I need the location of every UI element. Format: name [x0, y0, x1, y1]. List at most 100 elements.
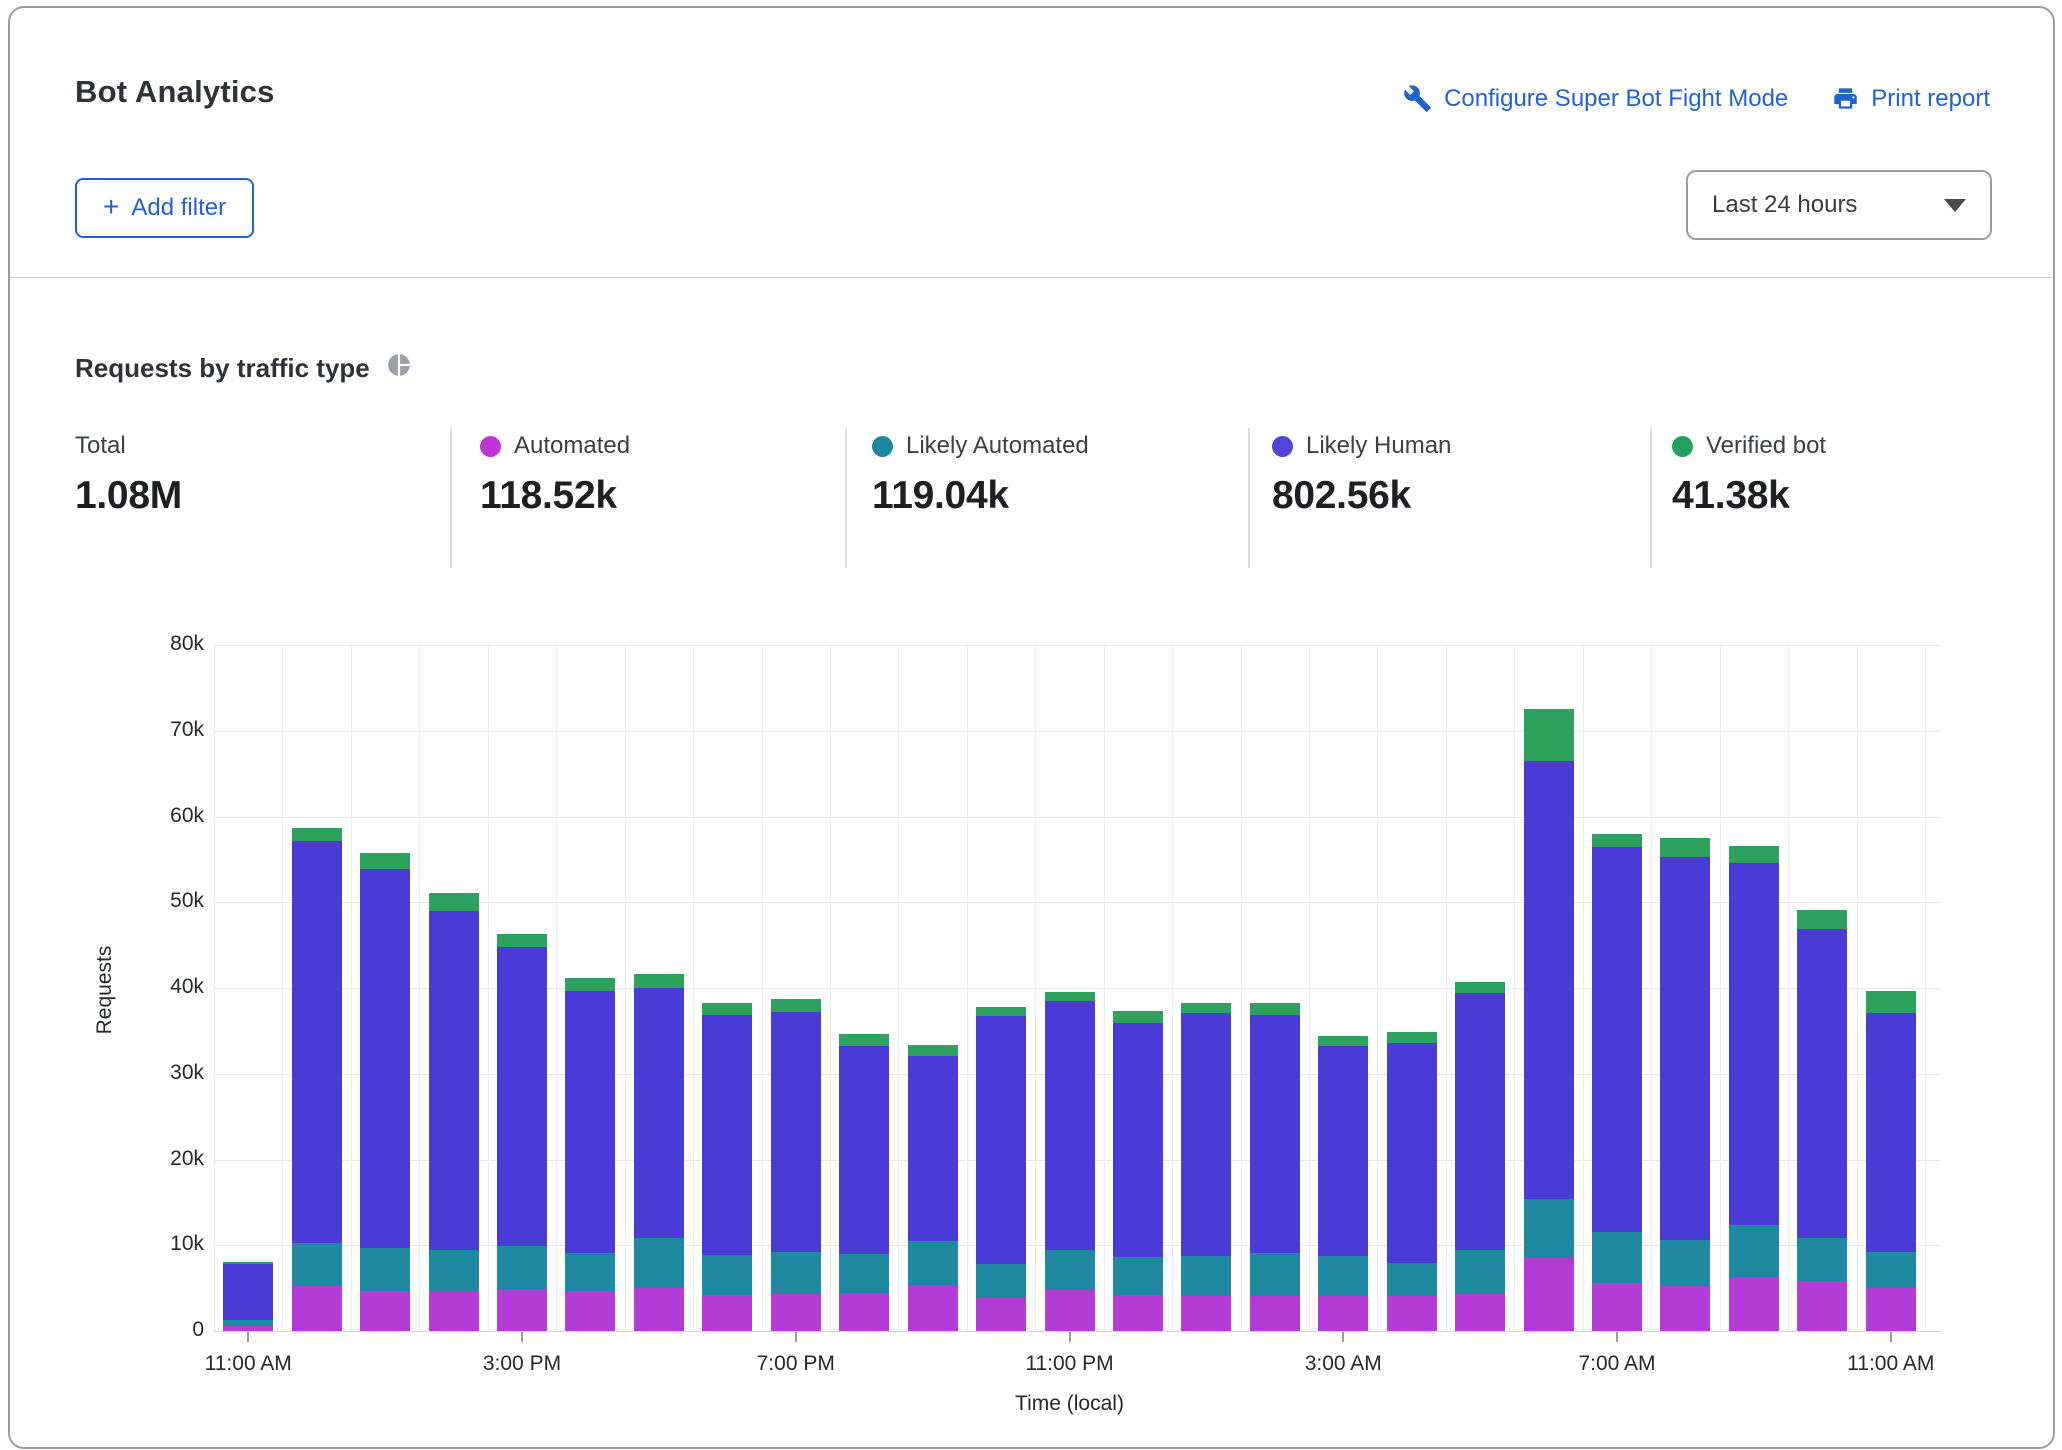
bar-23[interactable] [1797, 909, 1848, 1331]
bar-13[interactable] [1112, 1011, 1163, 1331]
gridline-y-60k [214, 816, 1940, 818]
gridline-y-80k [214, 645, 1940, 646]
bar-7[interactable] [702, 1002, 753, 1331]
y-axis-title: Requests [93, 945, 116, 1035]
segment-automated [633, 1288, 684, 1331]
gridline-y-0 [214, 1331, 1940, 1332]
x-axis-tickmark [1068, 1332, 1071, 1342]
stat-automated[interactable]: Automated 118.52k [480, 432, 630, 518]
segment-automated [1249, 1295, 1300, 1331]
bar-3[interactable] [428, 892, 479, 1331]
x-axis-tick-label: 3:00 AM [1304, 1352, 1382, 1375]
segment-likely-human [1318, 1046, 1369, 1256]
stat-label: Total [75, 432, 182, 460]
bar-19[interactable] [1523, 709, 1574, 1331]
bar-22[interactable] [1728, 845, 1779, 1331]
bar-10[interactable] [907, 1045, 958, 1331]
bar-24[interactable] [1865, 991, 1916, 1331]
x-axis-tickmark [794, 1332, 797, 1342]
bar-8[interactable] [770, 999, 821, 1331]
stat-label-text: Likely Human [1306, 432, 1452, 459]
bar-12[interactable] [1044, 992, 1095, 1331]
bar-11[interactable] [976, 1006, 1027, 1331]
segment-likely-automated [1181, 1255, 1232, 1296]
gridline-x [898, 645, 900, 1331]
gridline-x [1582, 645, 1584, 1331]
bar-1[interactable] [291, 827, 342, 1331]
bar-9[interactable] [839, 1034, 890, 1331]
segment-verified-bot [770, 999, 821, 1012]
x-axis-tickmark [1889, 1332, 1892, 1342]
segment-automated [1318, 1295, 1369, 1331]
segment-likely-human [1386, 1042, 1437, 1264]
bar-2[interactable] [360, 853, 411, 1331]
bar-5[interactable] [565, 977, 616, 1331]
segment-likely-automated [770, 1252, 821, 1295]
segment-automated [1592, 1282, 1643, 1331]
y-axis-tick-label: 20k [170, 1146, 204, 1170]
stat-divider [450, 428, 452, 568]
gridline-x [1514, 645, 1516, 1331]
time-range-select[interactable]: Last 24 hours [1686, 170, 1992, 240]
segment-likely-automated [360, 1247, 411, 1291]
segment-likely-human [1181, 1012, 1232, 1256]
bar-21[interactable] [1660, 837, 1711, 1331]
x-axis-tick-label: 11:00 AM [1847, 1352, 1935, 1375]
stat-label: Likely Human [1272, 432, 1451, 460]
gridline-x [1309, 645, 1311, 1331]
stat-likely-human[interactable]: Likely Human 802.56k [1272, 432, 1451, 518]
x-axis-tick-label: 3:00 PM [482, 1352, 562, 1375]
segment-automated [702, 1294, 753, 1331]
configure-link-label: Configure Super Bot Fight Mode [1444, 84, 1789, 112]
bar-0[interactable] [223, 1261, 274, 1331]
y-axis-tick-label: 70k [170, 717, 204, 741]
gridline-x [761, 645, 763, 1331]
segment-automated [496, 1288, 547, 1331]
stat-divider [1248, 428, 1250, 568]
segment-likely-human [1455, 993, 1506, 1250]
segment-likely-automated [1318, 1255, 1369, 1296]
gridline-x [1240, 645, 1242, 1331]
print-report-link[interactable]: Print report [1832, 85, 1990, 113]
segment-likely-human [770, 1012, 821, 1253]
stat-verified-bot[interactable]: Verified bot 41.38k [1672, 432, 1826, 518]
segment-verified-bot [907, 1045, 958, 1056]
bar-4[interactable] [496, 933, 547, 1331]
stat-total[interactable]: Total 1.08M [75, 432, 182, 518]
segment-verified-bot [1797, 909, 1848, 929]
gridline-x [1719, 645, 1721, 1331]
stat-label-text: Total [75, 432, 126, 459]
segment-likely-human [428, 910, 479, 1250]
bar-17[interactable] [1386, 1031, 1437, 1331]
bar-18[interactable] [1455, 981, 1506, 1331]
stat-likely-automated[interactable]: Likely Automated 119.04k [872, 432, 1089, 518]
bar-14[interactable] [1181, 1003, 1232, 1331]
segment-verified-bot [1181, 1003, 1232, 1013]
segment-automated [291, 1286, 342, 1331]
segment-verified-bot [1249, 1003, 1300, 1015]
segment-likely-human [1660, 856, 1711, 1241]
bar-6[interactable] [633, 974, 684, 1331]
add-filter-button[interactable]: + Add filter [75, 178, 255, 238]
section-title: Requests by traffic type [75, 352, 412, 385]
segment-likely-automated [1044, 1249, 1095, 1290]
bar-16[interactable] [1318, 1036, 1369, 1331]
configure-super-bot-fight-mode-link[interactable]: Configure Super Bot Fight Mode [1403, 84, 1788, 113]
gridline-x [1651, 645, 1653, 1331]
segment-automated [1728, 1276, 1779, 1331]
bar-15[interactable] [1249, 1003, 1300, 1331]
time-range-value: Last 24 hours [1712, 191, 1858, 218]
segment-likely-human [1865, 1012, 1916, 1253]
header-actions: Configure Super Bot Fight Mode Print rep… [1403, 84, 1990, 113]
bar-20[interactable] [1592, 833, 1643, 1331]
segment-likely-automated [565, 1252, 616, 1291]
gridline-x [624, 645, 626, 1331]
segment-automated [1386, 1295, 1437, 1331]
x-axis-tickmark [520, 1332, 523, 1342]
x-axis-title: Time (local) [1015, 1392, 1124, 1415]
segment-likely-human [291, 840, 342, 1243]
segment-verified-bot [702, 1002, 753, 1016]
gridline-x [487, 645, 489, 1331]
legend-dot-icon [1672, 435, 1693, 457]
segment-verified-bot [1044, 992, 1095, 1001]
